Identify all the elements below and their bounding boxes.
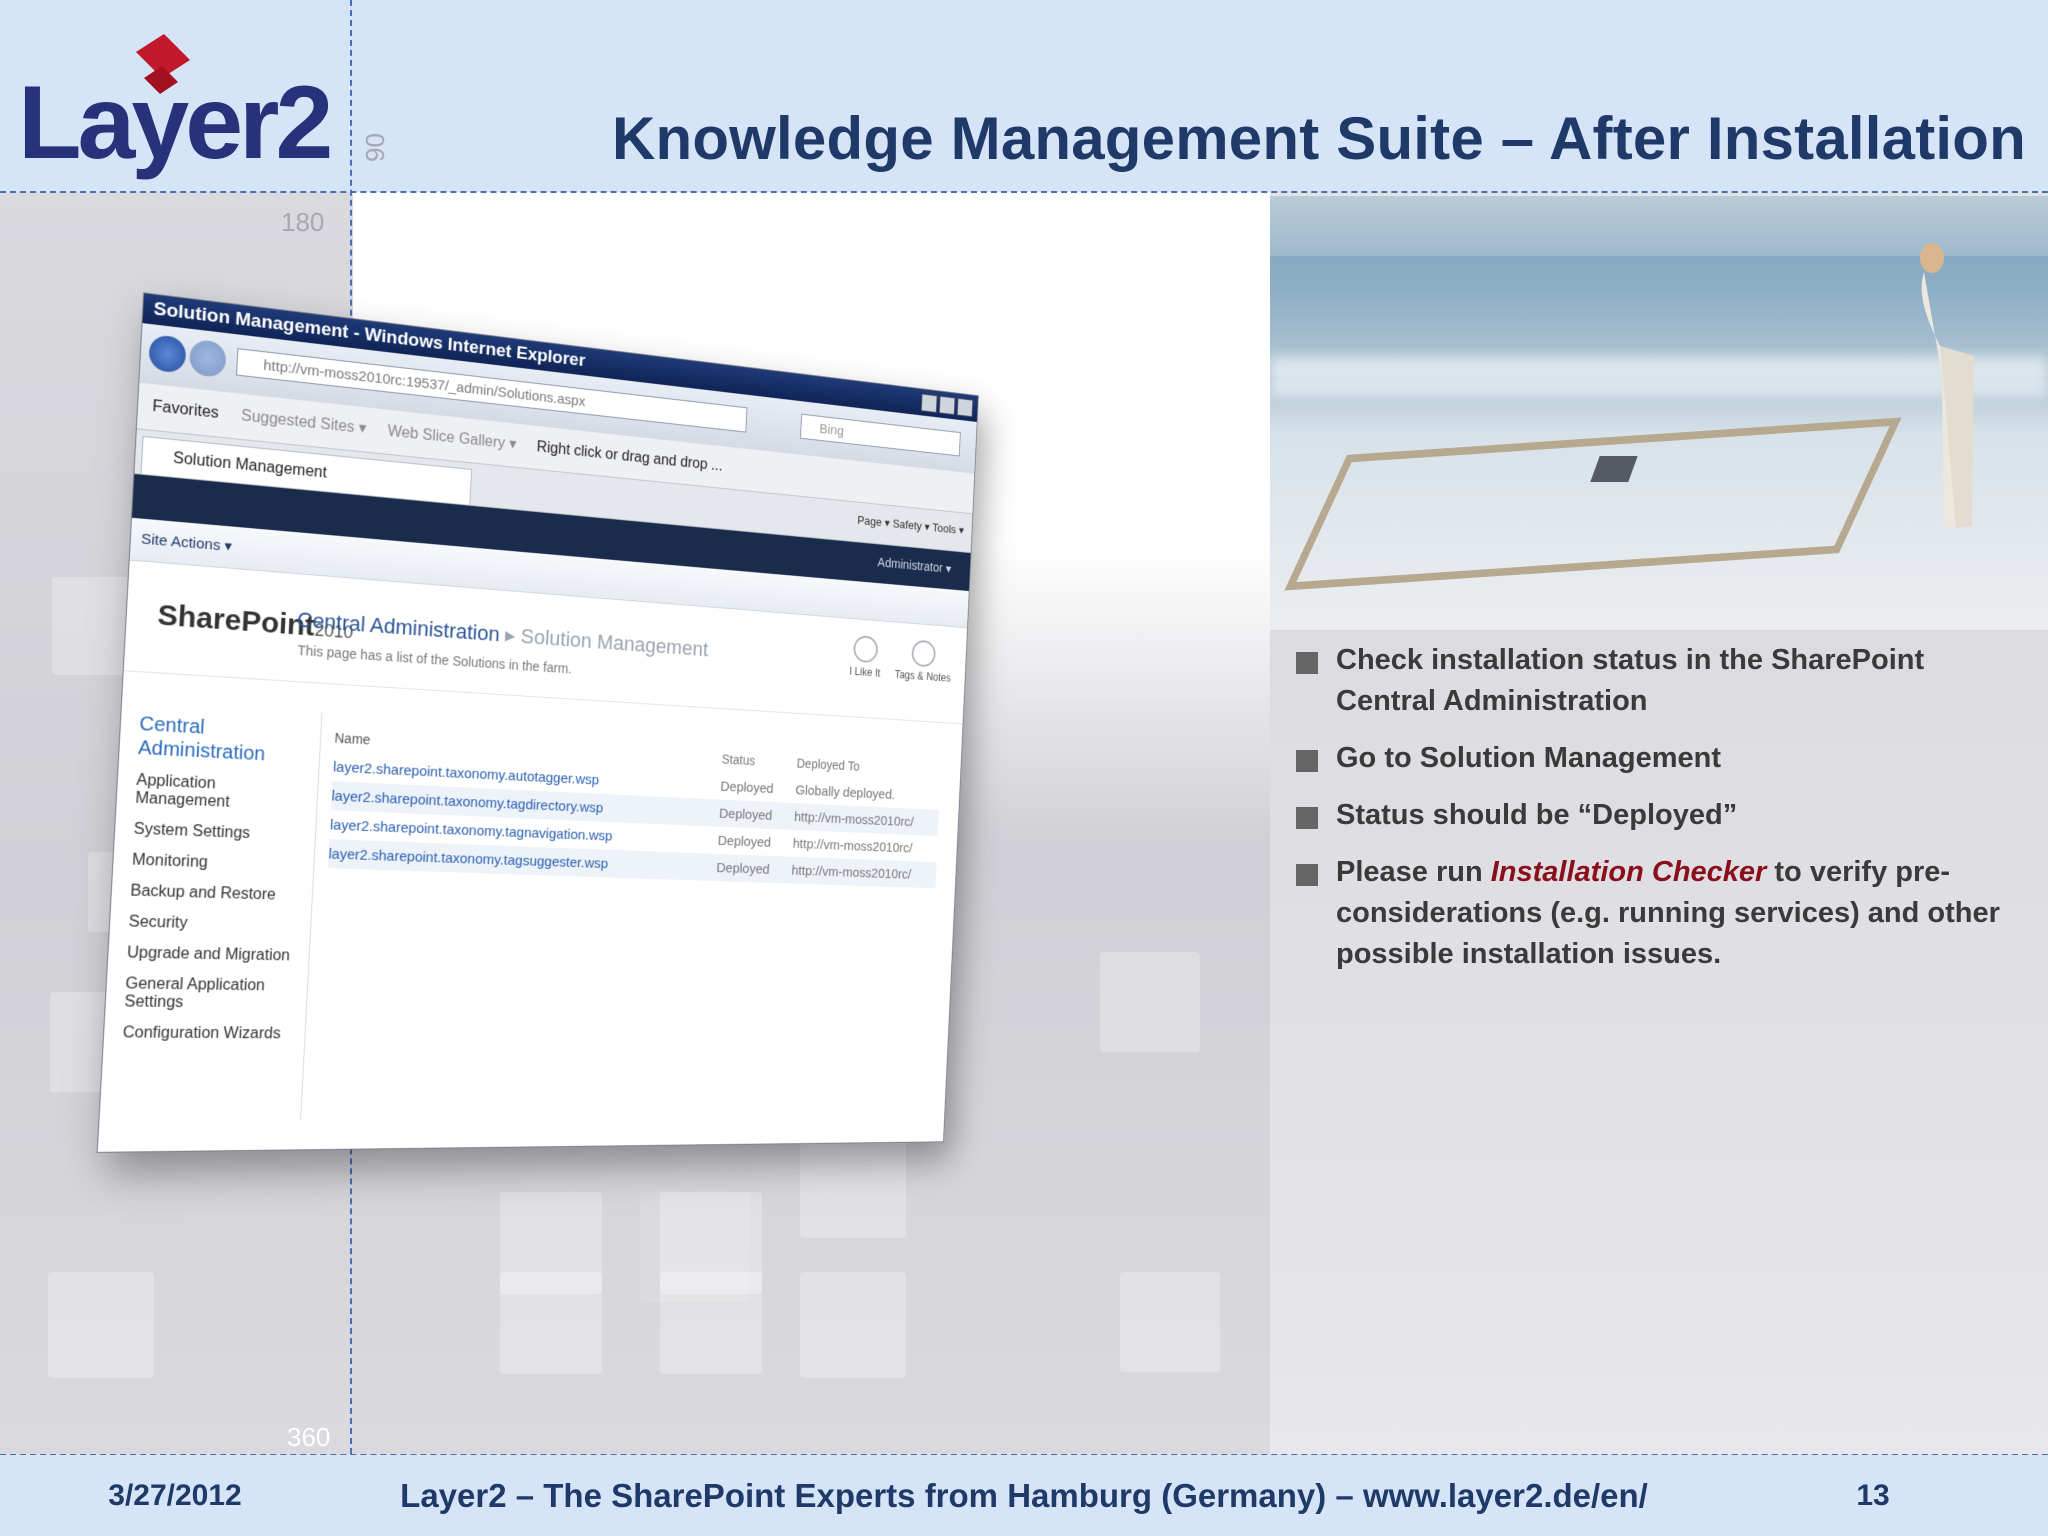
beach-photo [1270,196,2048,630]
web-slice-gallery-link[interactable]: Web Slice Gallery ▾ [387,423,517,453]
search-input[interactable]: Bing [800,413,961,457]
ql-monitoring[interactable]: Monitoring [132,852,303,875]
wooden-frame [1284,417,1902,591]
bullet-item: Go to Solution Management [1296,738,2026,779]
layer2-logo: Layer2 [18,30,338,190]
bullet-item: Check installation status in the SharePo… [1296,640,2026,722]
page-body: Central Administration Application Manag… [99,671,963,1132]
site-actions-menu[interactable]: Site Actions ▾ [141,531,233,555]
screenshot-container: Solution Management - Windows Internet E… [40,250,1120,1250]
thumbs-up-icon [853,635,879,664]
breadcrumb-current: Solution Management [520,624,709,661]
tags-notes-button[interactable]: Tags & Notes [894,638,952,684]
bullet-square-icon [1296,807,1318,829]
horizontal-guide-line [0,191,2048,193]
forward-icon[interactable] [188,338,227,379]
guide-label-360: 360 [287,1422,331,1452]
col-status: Status [721,751,756,768]
ql-application-management[interactable]: Application Management [135,772,306,815]
footer-date: 3/27/2012 [108,1479,242,1512]
maximize-icon[interactable] [938,395,956,415]
guide-label-180: 180 [281,207,325,237]
ql-system-settings[interactable]: System Settings [133,821,304,845]
page-number: 13 [1856,1479,1890,1512]
bullet-list: Check installation status in the SharePo… [1296,640,2026,991]
ql-configuration-wizards[interactable]: Configuration Wizards [122,1024,293,1043]
ql-upgrade-migration[interactable]: Upgrade and Migration [127,944,298,965]
tag-icon [911,639,937,668]
drag-drop-hint: Right click or drag and drop ... [536,439,723,475]
woman-figure [1920,243,1974,528]
bullet-square-icon [1296,652,1318,674]
quick-launch: Central Administration Application Manag… [122,712,310,1056]
quick-launch-heading[interactable]: Central Administration [137,712,309,768]
bullet-item: Please run Installation Checker to verif… [1296,852,2026,975]
bullet-square-icon [1296,750,1318,772]
col-deployed-to: Deployed To [796,755,861,774]
close-icon[interactable] [956,397,974,418]
footer-text: Layer2 – The SharePoint Experts from Ham… [400,1477,1648,1514]
solutions-table: Name Status Deployed To layer2.sharepoin… [327,723,942,889]
ql-security[interactable]: Security [128,913,299,935]
favorites-button[interactable]: Favorites [152,398,219,422]
minimize-icon[interactable] [920,393,938,413]
footer: 3/27/2012 Layer2 – The SharePoint Expert… [0,1455,2048,1536]
slide-title: Knowledge Management Suite – After Insta… [611,105,2026,172]
logo-text: Layer2 [18,65,330,181]
i-like-it-button[interactable]: I Like It [849,635,882,679]
bullet-square-icon [1296,864,1318,886]
back-icon[interactable] [148,333,187,374]
ql-backup-restore[interactable]: Backup and Restore [130,883,301,906]
bullet-item: Status should be “Deployed” [1296,795,2026,836]
suggested-sites-link[interactable]: Suggested Sites ▾ [241,408,367,438]
command-bar[interactable]: Page ▾ Safety ▾ Tools ▾ [857,513,964,537]
guide-label-90: 90 [360,133,390,162]
user-menu[interactable]: Administrator ▾ [877,555,951,577]
ql-general-application-settings[interactable]: General Application Settings [124,975,296,1013]
installation-checker-highlight: Installation Checker [1490,856,1767,888]
ie-browser-window: Solution Management - Windows Internet E… [96,292,979,1153]
